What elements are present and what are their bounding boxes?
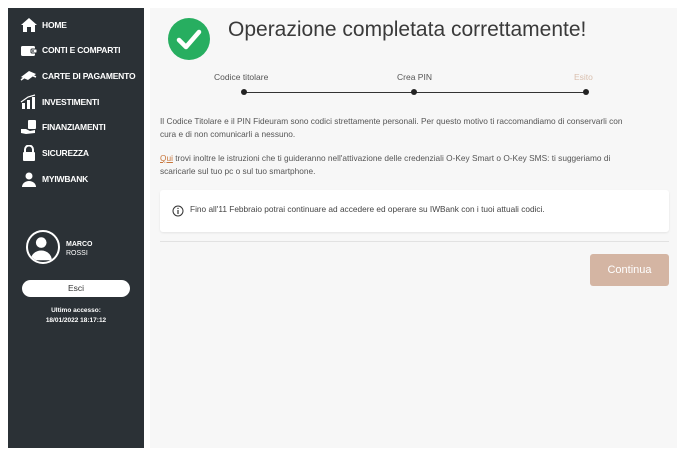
step-dot-1 <box>241 89 247 95</box>
lock-icon <box>20 145 40 161</box>
sidebar-item-carte[interactable]: CARTE DI PAGAMENTO <box>20 67 136 85</box>
step-label-crea-pin: Crea PIN <box>397 72 432 82</box>
continue-button[interactable]: Continua <box>590 254 669 286</box>
user-last-name: ROSSI <box>66 250 88 257</box>
logout-button[interactable]: Esci <box>22 280 130 297</box>
chart-icon <box>20 94 40 110</box>
card-icon <box>20 68 40 84</box>
home-icon <box>20 17 40 33</box>
sidebar-item-conti[interactable]: CONTI E COMPARTI <box>20 41 121 59</box>
info-paragraph-1: Il Codice Titolare e il PIN Fideuram son… <box>160 116 623 139</box>
last-access-label: Ultimo accesso: <box>51 307 101 314</box>
divider <box>160 241 669 242</box>
sidebar-item-finanziamenti[interactable]: FINANZIAMENTI <box>20 118 106 136</box>
money-hand-icon <box>20 119 40 135</box>
sidebar-item-label: HOME <box>42 20 67 30</box>
last-access-value: 18/01/2022 18:17:12 <box>45 317 107 324</box>
sidebar-item-label: FINANZIAMENTI <box>42 122 106 132</box>
user-icon <box>20 171 40 187</box>
sidebar-item-label: SICUREZZA <box>42 148 89 158</box>
page-title: Operazione completata correttamente! <box>228 18 587 41</box>
sidebar-item-label: MYIWBANK <box>42 174 89 184</box>
sidebar-item-home[interactable]: HOME <box>20 16 67 34</box>
info-icon <box>172 204 184 217</box>
avatar-user-icon <box>30 237 52 261</box>
step-dot-3 <box>583 89 589 95</box>
last-access: Ultimo accesso: 18/01/2022 18:17:12 <box>8 306 144 326</box>
user-first-name: MARCO <box>66 241 93 248</box>
sidebar-item-myiwbank[interactable]: MYIWBANK <box>20 170 88 188</box>
sidebar-item-label: INVESTIMENTI <box>42 97 100 107</box>
avatar <box>26 230 60 264</box>
sidebar-item-label: CARTE DI PAGAMENTO <box>42 71 136 81</box>
sidebar-item-investimenti[interactable]: INVESTIMENTI <box>20 93 99 111</box>
user-name: MARCO ROSSI <box>66 240 92 258</box>
notice-text: Fino all'11 Febbraio potrai continuare a… <box>190 204 545 214</box>
step-label-esito: Esito <box>574 72 593 82</box>
sidebar: HOME CONTI E COMPARTI CARTE DI PAGAMENTO… <box>8 8 144 448</box>
instructions-link[interactable]: Qui <box>160 153 173 163</box>
step-dot-2 <box>411 89 417 95</box>
info-paragraph-2-text: trovi inoltre le istruzioni che ti guide… <box>160 153 611 176</box>
step-label-codice-titolare: Codice titolare <box>214 72 269 82</box>
sidebar-item-sicurezza[interactable]: SICUREZZA <box>20 144 89 162</box>
wallet-icon <box>20 42 40 58</box>
notice-box: Fino all'11 Febbraio potrai continuare a… <box>160 190 669 232</box>
success-check-icon <box>168 18 210 60</box>
info-paragraph-2: Qui trovi inoltre le istruzioni che ti g… <box>160 152 640 178</box>
sidebar-item-label: CONTI E COMPARTI <box>42 45 121 55</box>
